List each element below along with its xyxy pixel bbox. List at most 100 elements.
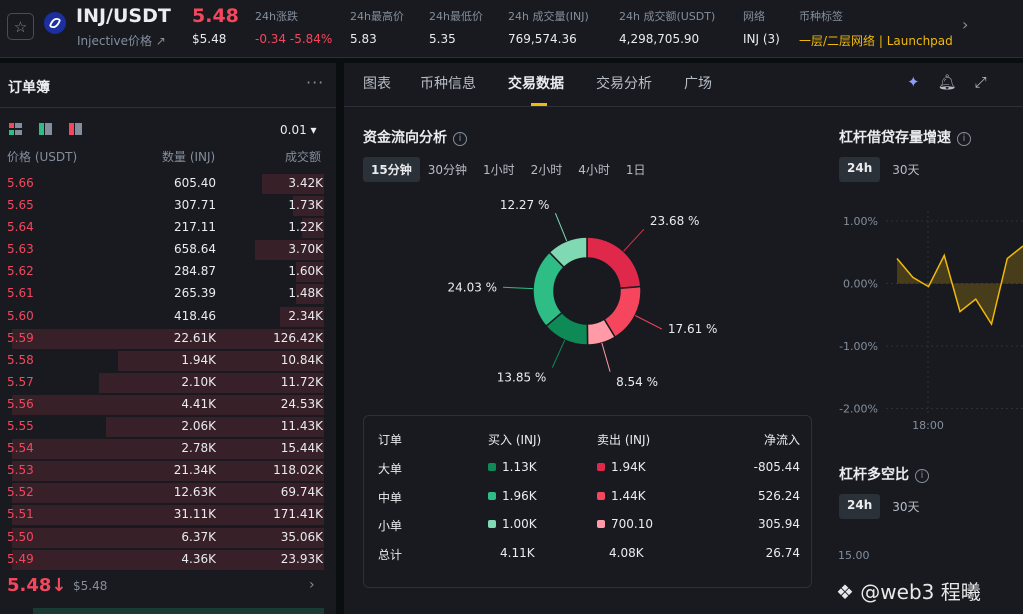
order-book-row[interactable]: 5.56 4.41K 24.53K [0, 394, 336, 416]
chevron-right-icon[interactable]: › [962, 15, 968, 34]
flow-donut-chart: 23.68 % 17.61 % 8.54 % 13.85 % 24.03 % 12.27 … [448, 198, 718, 389]
row-quantity: 4.36K [181, 551, 216, 566]
bids-only-view-icon[interactable] [39, 123, 53, 135]
order-book-row[interactable]: 5.51 31.11K 171.41K [0, 504, 336, 526]
bell-icon[interactable]: 🔔︎ [938, 73, 957, 91]
depth-bar [12, 439, 324, 460]
order-book-row[interactable]: 5.60 418.46 2.34K [0, 306, 336, 328]
sell-value: 1.94K [611, 460, 646, 474]
order-book-row[interactable]: 5.49 4.36K 23.93K [0, 549, 336, 571]
info-icon[interactable]: i [453, 132, 467, 146]
y-tick: 15.00 [838, 549, 870, 562]
order-book-row[interactable]: 5.62 284.87 1.60K [0, 261, 336, 283]
row-price: 5.49 [7, 551, 34, 566]
timeframe-button[interactable]: 4小时 [570, 157, 618, 182]
stat-value[interactable]: 一层/二层网络 | Launchpad [799, 32, 953, 49]
net-inflow-value: 26.74 [765, 545, 800, 560]
sell-cell: 1.44K [597, 489, 646, 503]
slice-label: 12.27 % [500, 198, 550, 212]
asks-only-view-icon[interactable] [69, 123, 83, 135]
row-quantity: 658.64 [174, 242, 216, 257]
stat-value: 5.35 [429, 32, 456, 46]
row-total: 3.42K [288, 176, 323, 190]
coin-price-link[interactable]: Injective价格 ↗ [77, 32, 166, 49]
order-book-row[interactable]: 5.59 22.61K 126.42K [0, 328, 336, 350]
timeframe-button[interactable]: 30分钟 [420, 157, 475, 182]
flow-timeframes: 15分钟 30分钟 1小时 2小时 4小时 1日 [363, 157, 654, 182]
timeframe-button[interactable]: 15分钟 [363, 157, 420, 182]
sell-value: 4.08K [609, 545, 644, 560]
tab-trade-analysis[interactable]: 交易分析 [596, 73, 652, 93]
tab-chart[interactable]: 图表 [363, 73, 391, 93]
stat-5: 网络 INJ (3) [743, 8, 780, 46]
row-total: 3.70K [288, 242, 323, 257]
row-quantity: 6.37K [181, 529, 216, 544]
row-total: 24.53K [280, 396, 323, 411]
ai-sparkle-icon[interactable]: ✦ [907, 73, 920, 91]
timeframe-button[interactable]: 30天 [884, 157, 927, 182]
timeframe-button[interactable]: 24h [839, 494, 881, 519]
expand-icon[interactable]: ⤢ [975, 73, 987, 91]
order-book-row[interactable]: 5.66 605.40 3.42K [0, 173, 336, 195]
chevron-right-icon[interactable]: › [309, 577, 315, 593]
timeframe-button[interactable]: 1日 [618, 157, 654, 182]
tab-square[interactable]: 广场 [684, 73, 712, 93]
order-book-row[interactable]: 5.55 2.06K 11.43K [0, 416, 336, 438]
both-sides-view-icon[interactable] [9, 123, 23, 135]
timeframe-button[interactable]: 1小时 [475, 157, 523, 182]
row-quantity: 605.40 [174, 176, 216, 190]
stat-0: 24h涨跌 -0.34 -5.84% [255, 8, 332, 46]
row-quantity: 2.78K [181, 441, 216, 456]
net-inflow-value: -805.44 [753, 460, 800, 474]
sell-color-swatch [597, 463, 605, 471]
order-book-row[interactable]: 5.57 2.10K 11.72K [0, 372, 336, 394]
slice-label: 8.54 % [616, 375, 658, 389]
order-book-row[interactable]: 5.52 12.63K 69.74K [0, 482, 336, 504]
donut-slice[interactable] [586, 236, 642, 290]
column-total: 成交额 [285, 150, 322, 164]
buy-color-swatch [488, 463, 496, 471]
column-header: 净流入 [763, 433, 800, 447]
order-book-row[interactable]: 5.61 265.39 1.48K [0, 283, 336, 305]
order-size: 中单 [378, 490, 403, 505]
leader-line [634, 315, 663, 330]
order-book-row[interactable]: 5.63 658.64 3.70K [0, 239, 336, 261]
buy-value: 4.11K [500, 545, 535, 560]
timeframe-button[interactable]: 24h [839, 157, 881, 182]
row-total: 2.34K [288, 308, 323, 323]
precision-select[interactable]: 0.01 ▾ [280, 123, 317, 137]
order-book-row[interactable]: 5.58 1.94K 10.84K [0, 350, 336, 372]
pair-name[interactable]: INJ/USDT [76, 5, 171, 27]
row-quantity: 21.34K [173, 463, 216, 478]
watermark: ❖ @web3 程曦 [836, 580, 981, 604]
stat-value: 769,574.36 [508, 32, 577, 46]
order-book-row[interactable]: 5.65 307.71 1.73K [0, 195, 336, 217]
tab-coin-info[interactable]: 币种信息 [420, 73, 476, 93]
favorite-star-icon[interactable]: ☆ [7, 13, 34, 40]
timeframe-button[interactable]: 2小时 [523, 157, 571, 182]
stat-value: 4,298,705.90 [619, 32, 700, 46]
tab-bar: 图表 币种信息 交易数据 交易分析 广场 ✦ 🔔︎ ⤢ [344, 63, 1023, 107]
flow-table-row: 大单 1.13K 1.94K -805.44 [364, 457, 813, 477]
buy-cell: 1.00K [488, 517, 537, 531]
column-price: 价格 (USDT) [7, 150, 78, 164]
row-price: 5.57 [7, 374, 34, 389]
margin-growth-title: 杠杆借贷存量增速 i [839, 127, 971, 147]
row-price: 5.55 [7, 419, 34, 434]
order-book-row[interactable]: 5.53 21.34K 118.02K [0, 460, 336, 482]
info-icon[interactable]: i [957, 132, 971, 146]
depth-bar [12, 549, 324, 570]
flow-table-row: 小单 1.00K 700.10 305.94 [364, 514, 813, 534]
order-book-row[interactable]: 5.54 2.78K 15.44K [0, 438, 336, 460]
row-price: 5.50 [7, 529, 34, 544]
timeframe-button[interactable]: 30天 [884, 494, 927, 519]
tab-trade-data[interactable]: 交易数据 [508, 73, 564, 93]
sell-value: 1.44K [611, 488, 646, 503]
info-icon[interactable]: i [915, 469, 929, 483]
stat-label: 24h 成交量(INJ) [508, 10, 589, 23]
buy-cell: 4.11K [500, 546, 535, 560]
column-header: 订单 [378, 433, 403, 447]
more-options-icon[interactable]: ··· [306, 73, 324, 92]
order-book-row[interactable]: 5.50 6.37K 35.06K [0, 527, 336, 549]
order-book-row[interactable]: 5.64 217.11 1.22K [0, 217, 336, 239]
